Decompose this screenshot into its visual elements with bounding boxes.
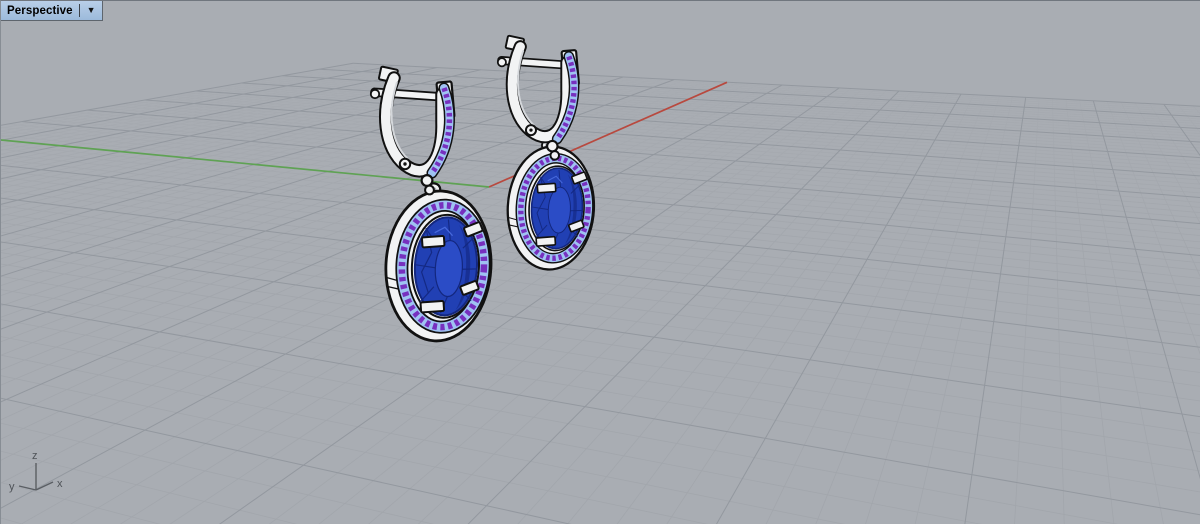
gizmo-x-axis [35, 481, 54, 491]
grid-line [1, 303, 1200, 516]
grid-line [1, 286, 1200, 524]
3d-viewport[interactable]: z x y Perspective ▼ [0, 0, 1200, 524]
gizmo-x-label: x [57, 478, 63, 490]
viewport-dropdown-arrow[interactable]: ▼ [84, 6, 99, 15]
grid-line [1, 363, 1200, 524]
grid-line [1, 319, 1119, 524]
gizmo-y-label: y [9, 481, 15, 493]
tab-separator [78, 4, 80, 17]
grid-line [1, 375, 708, 524]
gizmo-z-label: z [32, 450, 38, 462]
viewport-title[interactable]: Perspective [7, 5, 73, 17]
grid-line [1, 397, 572, 524]
viewport-title-tab[interactable]: Perspective ▼ [1, 1, 103, 21]
viewport-canvas[interactable]: z x y [1, 1, 1200, 524]
